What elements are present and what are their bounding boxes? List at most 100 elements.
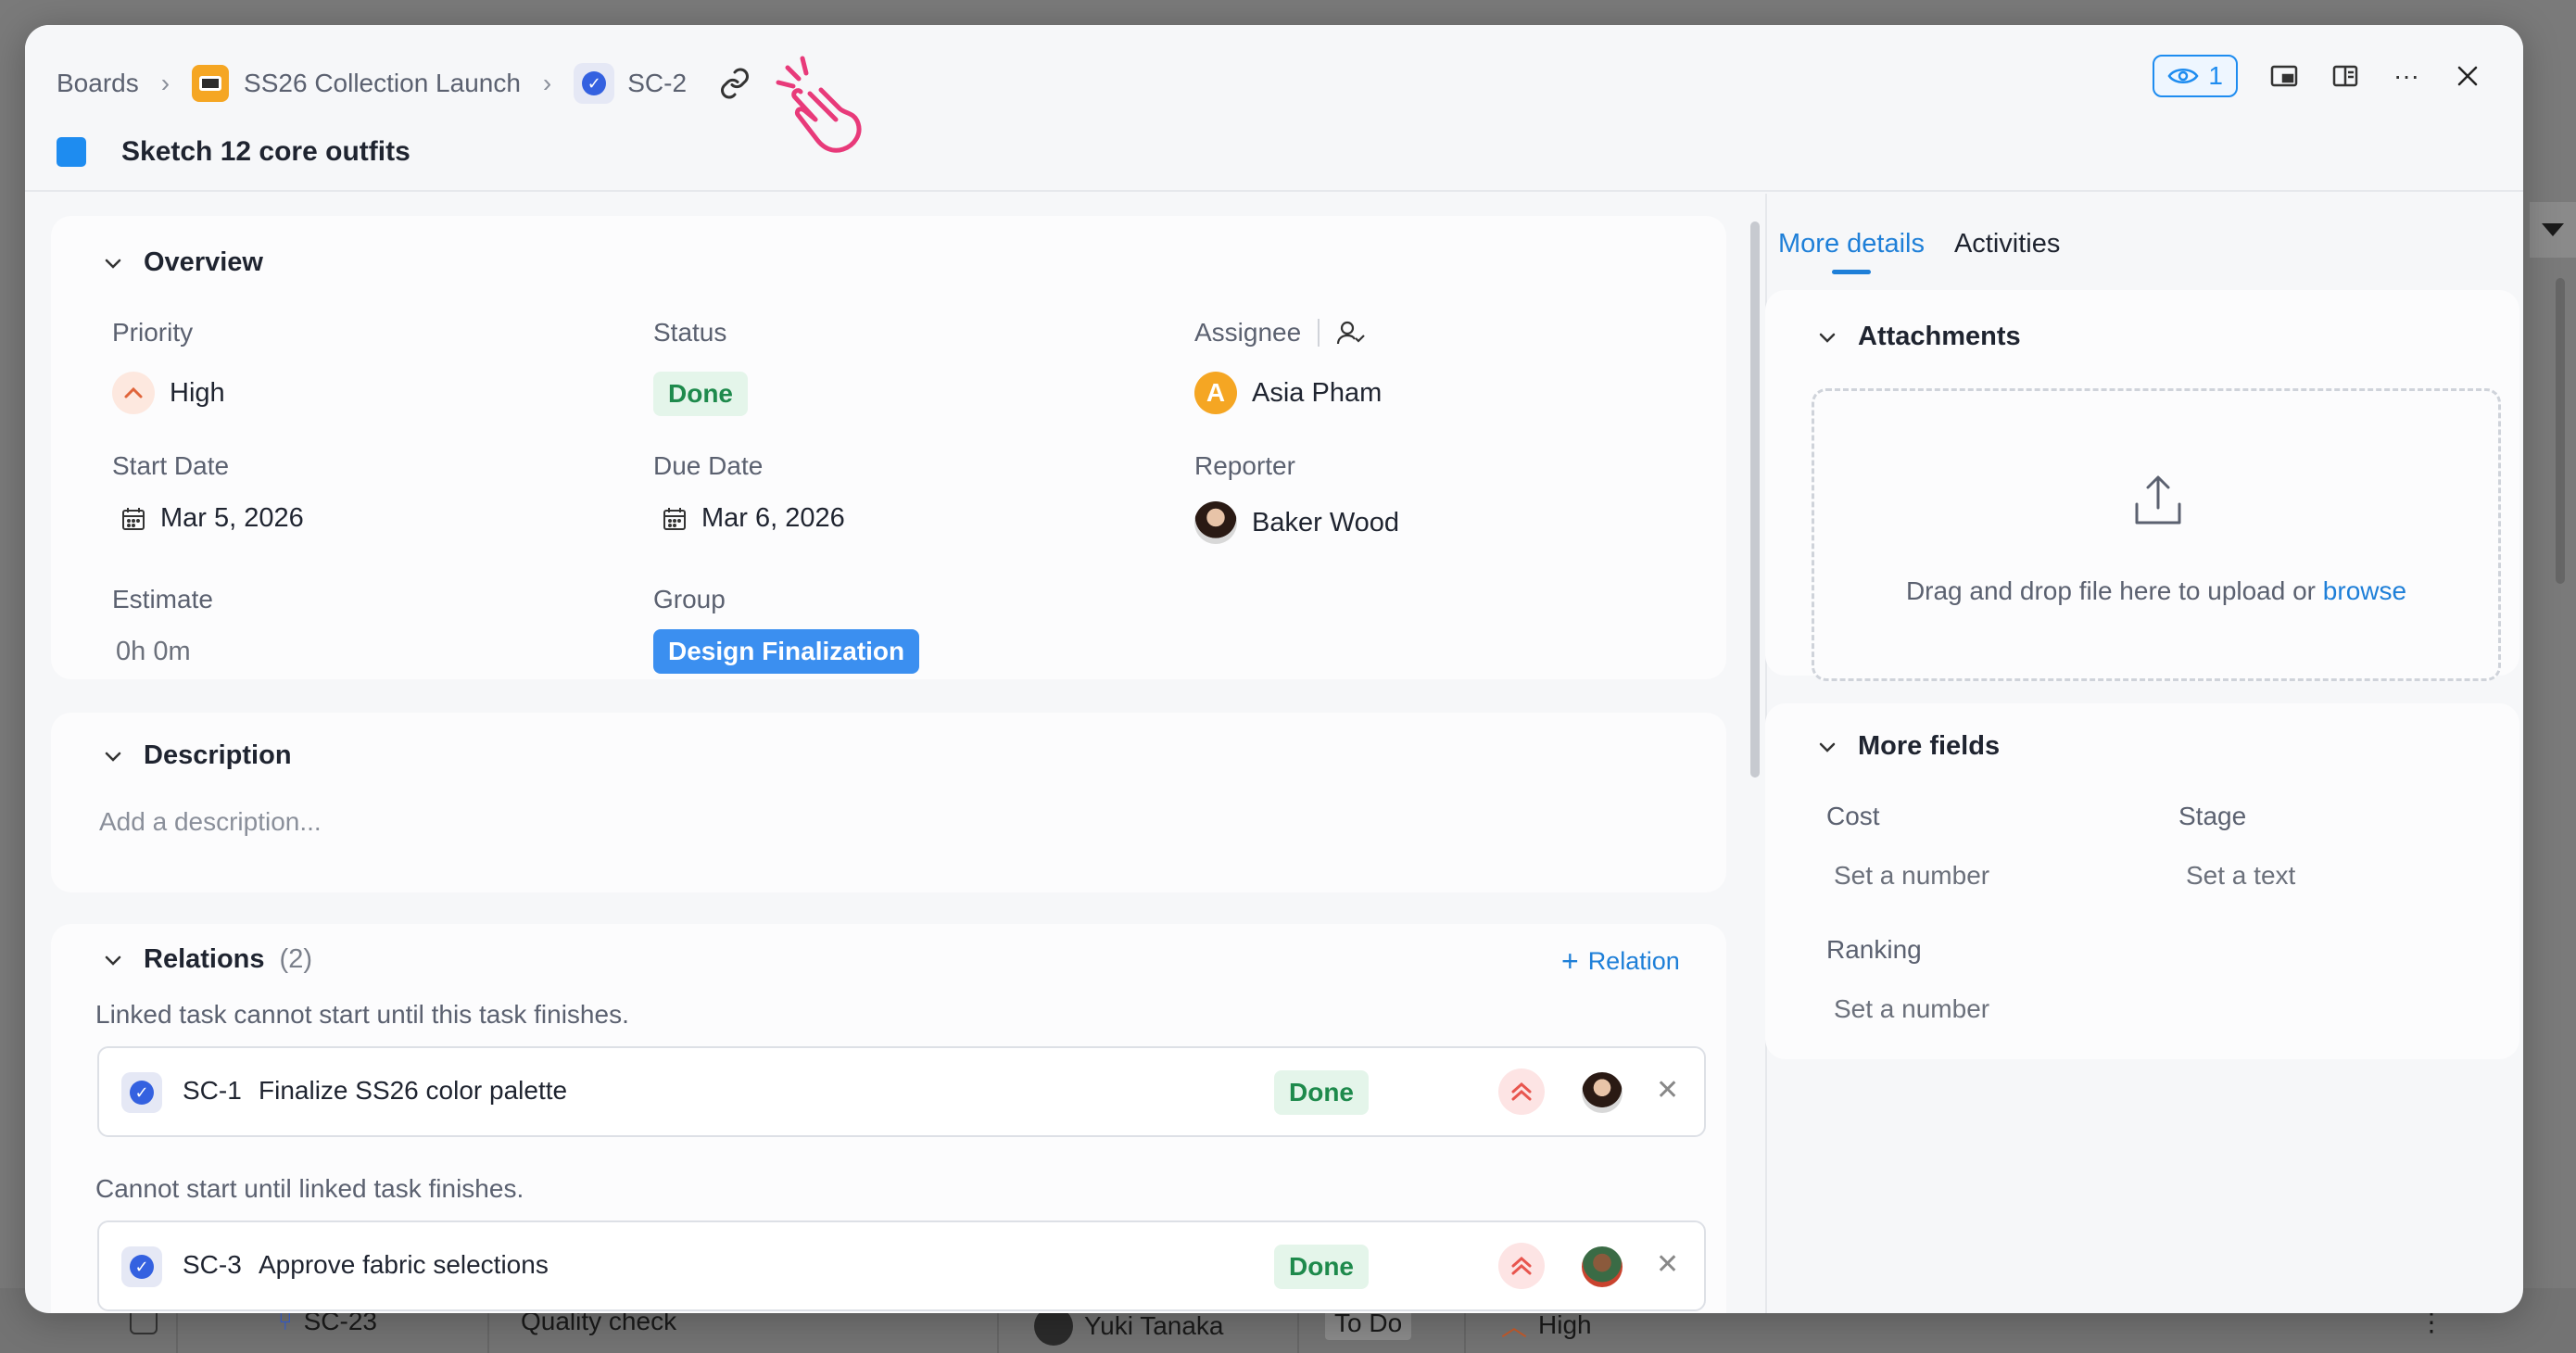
browse-link[interactable]: browse [2323,576,2406,605]
main-pane: Overview Priority High Status Done Assig… [25,194,1749,1313]
relations-card: Relations (2) + Relation Linked task can… [51,924,1726,1313]
more-fields-header[interactable]: More fields [1817,731,2000,762]
priority-field[interactable]: High [112,372,225,414]
reporter-value: Baker Wood [1252,507,1400,537]
reporter-field[interactable]: Baker Wood [1194,501,1399,544]
priority-highest-icon[interactable] [1498,1068,1545,1115]
project-icon [192,65,230,102]
due-date-label: Due Date [653,451,764,480]
close-icon[interactable] [2453,61,2482,91]
assignee-field[interactable]: A Asia Pham [1194,372,1382,414]
group-label: Group [653,585,726,613]
relation-id[interactable]: SC-3 [183,1250,242,1280]
description-input[interactable]: Add a description... [99,807,322,837]
attachments-header[interactable]: Attachments [1817,322,2021,352]
relations-header[interactable]: Relations (2) [103,944,312,975]
add-relation-button[interactable]: + Relation [1561,944,1680,979]
relation-row[interactable]: ✓ SC-1 Finalize SS26 color palette Done … [97,1046,1706,1137]
due-date-field[interactable]: Mar 6, 2026 [663,503,845,534]
file-dropzone[interactable]: Drag and drop file here to upload or bro… [1812,388,2501,681]
more-fields-card: More fields Cost Set a number Stage Set … [1765,703,2519,1059]
assignee-label-row: Assignee [1194,318,1366,348]
remove-relation-icon[interactable]: ✕ [1656,1074,1679,1106]
start-date-field[interactable]: Mar 5, 2026 [121,503,304,534]
chevron-right-icon: › [160,69,170,97]
calendar-icon [663,507,686,530]
tab-activities[interactable]: Activities [1954,229,2060,259]
attachments-title: Attachments [1858,322,2021,351]
relation-id[interactable]: SC-1 [183,1076,242,1106]
overview-header[interactable]: Overview [103,247,263,278]
bg-row-assignee: Yuki Tanaka [1084,1311,1224,1340]
dropzone-text: Drag and drop file here to upload or bro… [1814,576,2498,606]
dropzone-instruction: Drag and drop file here to upload or [1905,576,2317,605]
cost-input[interactable]: Set a number [1834,861,1989,891]
chevron-down-icon [105,259,121,269]
avatar[interactable] [1582,1246,1623,1287]
picture-in-picture-icon[interactable] [2269,61,2299,91]
link-icon[interactable] [718,67,751,100]
relations-count: (2) [279,944,312,974]
color-square-icon[interactable] [57,137,86,167]
overview-title: Overview [144,247,263,277]
chevron-down-icon [1819,742,1836,752]
more-fields-title: More fields [1858,731,2001,761]
avatar[interactable] [1582,1072,1623,1113]
chevron-right-icon: › [542,69,552,97]
status-badge[interactable]: Done [1274,1070,1369,1115]
ranking-label: Ranking [1826,935,1922,964]
more-horizontal-icon[interactable]: ··· [2392,61,2421,91]
task-type-icon: ✓ [121,1072,162,1113]
background-scrollbar[interactable] [2556,278,2565,584]
relations-title: Relations [144,944,265,974]
status-badge: Done [653,372,748,416]
stage-input[interactable]: Set a text [2186,861,2295,891]
breadcrumb: Boards › SS26 Collection Launch › ✓ SC-2 [57,60,751,107]
description-title: Description [144,740,292,770]
background-dropdown-toggle[interactable] [2530,202,2576,258]
task-type-icon: ✓ [121,1246,162,1287]
main-pane-scrollbar[interactable] [1750,221,1760,778]
priority-highest-icon[interactable] [1498,1243,1545,1289]
overview-card: Overview Priority High Status Done Assig… [51,216,1726,679]
modal-header: Boards › SS26 Collection Launch › ✓ SC-2… [25,25,2523,192]
tab-more-details[interactable]: More details [1778,229,1925,274]
status-badge[interactable]: Done [1274,1245,1369,1289]
blocks-label: Linked task cannot start until this task… [95,1000,629,1029]
add-relation-label: Relation [1587,947,1680,975]
description-header[interactable]: Description [103,740,292,771]
assignee-label: Assignee [1194,318,1302,347]
priority-value: High [170,377,225,408]
chevron-down-icon [1819,333,1836,343]
breadcrumb-task-id[interactable]: SC-2 [627,69,687,98]
plus-icon: + [1561,944,1579,978]
blocked-by-label: Cannot start until linked task finishes. [95,1174,524,1203]
reporter-label: Reporter [1194,451,1295,480]
caret-down-icon [2542,223,2564,236]
avatar: A [1194,372,1237,414]
start-date-label: Start Date [112,451,230,480]
watchers-button[interactable]: 1 [2153,55,2238,97]
estimate-label: Estimate [112,585,213,613]
relation-name[interactable]: Finalize SS26 color palette [259,1076,567,1106]
side-panel-icon[interactable] [2330,61,2360,91]
bg-row-priority: High [1538,1310,1592,1339]
avatar [1194,501,1237,544]
assign-user-icon[interactable] [1336,320,1366,346]
group-field[interactable]: Design Finalization [653,629,920,674]
chevron-up-icon [112,372,155,414]
breadcrumb-project[interactable]: SS26 Collection Launch [244,69,521,98]
breadcrumb-boards[interactable]: Boards [57,69,139,98]
upload-icon [2135,475,2181,525]
relation-row[interactable]: ✓ SC-3 Approve fabric selections Done ✕ [97,1220,1706,1311]
task-type-icon: ✓ [574,63,615,104]
status-field[interactable]: Done [653,372,748,416]
estimate-field[interactable]: 0h 0m [116,637,191,667]
remove-relation-icon[interactable]: ✕ [1656,1248,1679,1281]
due-date-value: Mar 6, 2026 [701,503,845,533]
chevron-down-icon [105,955,121,966]
relation-name[interactable]: Approve fabric selections [259,1250,549,1280]
task-title-row: Sketch 12 core outfits [57,136,410,168]
ranking-input[interactable]: Set a number [1834,994,1989,1024]
task-title[interactable]: Sketch 12 core outfits [121,136,410,168]
